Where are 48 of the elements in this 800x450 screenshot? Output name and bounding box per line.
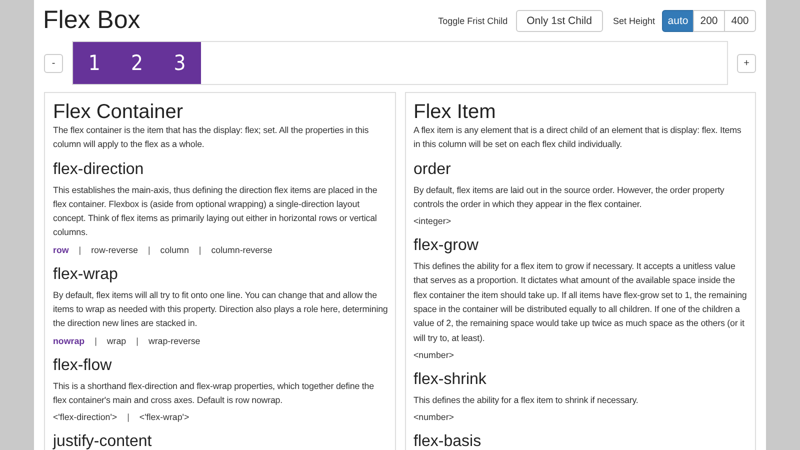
property-option[interactable]: <'flex-wrap'>	[139, 411, 190, 424]
section-heading: flex-basis	[414, 432, 482, 450]
section-heading: order	[414, 160, 452, 179]
section-text: This defines the ability for a flex item to grow if necessary. It accepts a unitless value that serves as a proportion. It dictates what amount of the available space inside the flex container the item should take up. If all items have flex-grow set to 1, the remaining space in the container will be distributed equally to all children. If one of the children a value of 2, the remaining space would take up twice as much space as the others (or it will try to, at least).	[414, 260, 748, 345]
section-heading: justify-content	[53, 432, 153, 450]
section-text: This establishes the main-axis, thus defining the direction flex items are placed in the flex container. Flexbox is (aside from optional wrapping) a single-direction layout concept. Think of flex items as primarily laying out either in horizontal rows or vertical columns.	[53, 184, 378, 240]
panel-title: Flex Item	[414, 101, 497, 123]
flex-demo-item: 1	[73, 42, 116, 84]
property-option[interactable]: wrap-reverse	[148, 334, 200, 348]
panel-title: Flex Container	[53, 101, 184, 123]
section-heading: flex-wrap	[53, 264, 119, 284]
height-option[interactable]: auto	[662, 10, 694, 32]
add-item-button[interactable]: +	[737, 54, 756, 72]
property-option[interactable]: nowrap	[53, 334, 85, 348]
only-first-child-button[interactable]: Only 1st Child	[516, 10, 603, 32]
property-option[interactable]: <number>	[414, 348, 454, 362]
property-option[interactable]: row-reverse	[91, 244, 138, 257]
separator: |	[136, 334, 138, 348]
property-option[interactable]: wrap	[106, 334, 126, 348]
section-text: This defines the ability for a flex item to shrink if necessary.	[414, 394, 640, 407]
property-option[interactable]: column	[160, 244, 189, 257]
page-title: Flex Box	[43, 6, 142, 35]
section-heading: flex-grow	[414, 236, 480, 256]
height-option[interactable]: 200	[693, 10, 725, 32]
property-option[interactable]: row	[53, 244, 69, 257]
section-heading: flex-shrink	[414, 370, 488, 389]
separator: |	[94, 334, 97, 348]
separator: |	[127, 411, 130, 424]
section-heading: flex-direction	[53, 160, 145, 179]
separator: |	[198, 244, 202, 257]
flex-demo-item: 2	[116, 42, 158, 84]
section-heading: flex-flow	[53, 356, 113, 375]
toggle-label: Toggle Frist Child	[438, 16, 508, 26]
separator: |	[78, 244, 82, 257]
remove-item-button[interactable]: -	[44, 54, 63, 72]
section-text: By default, flex items are laid out in the source order. However, the order property controls the order in which they appear in the flex container.	[414, 184, 726, 211]
section-text: By default, flex items will all try to fit onto one line. You can change that and allow the items to wrap as needed with this property. Direction also plays a role here, determining the direction new lines are stacked in.	[53, 288, 388, 330]
separator: |	[148, 244, 150, 257]
height-label: Set Height	[612, 16, 655, 26]
panel-intro: A flex item is any element that is a direct child of an element that is display: flex. Items in this column will be set on each flex child individually.	[414, 124, 742, 152]
flex-demo-item: 3	[158, 42, 202, 84]
property-option[interactable]: <'flex-direction'>	[53, 411, 118, 424]
height-option[interactable]: 400	[724, 10, 756, 32]
panel-intro: The flex container is the item that has the display: flex; set. All the properties in this column will apply to the flex as a whole.	[53, 124, 370, 152]
property-option[interactable]: <integer>	[414, 215, 452, 228]
property-option[interactable]: column-reverse	[211, 244, 272, 257]
section-text: This is a shorthand flex-direction and flex-wrap properties, which together define the flex container's main and cross axes. Default is row nowrap.	[53, 380, 375, 407]
property-option[interactable]: <number>	[414, 411, 454, 424]
